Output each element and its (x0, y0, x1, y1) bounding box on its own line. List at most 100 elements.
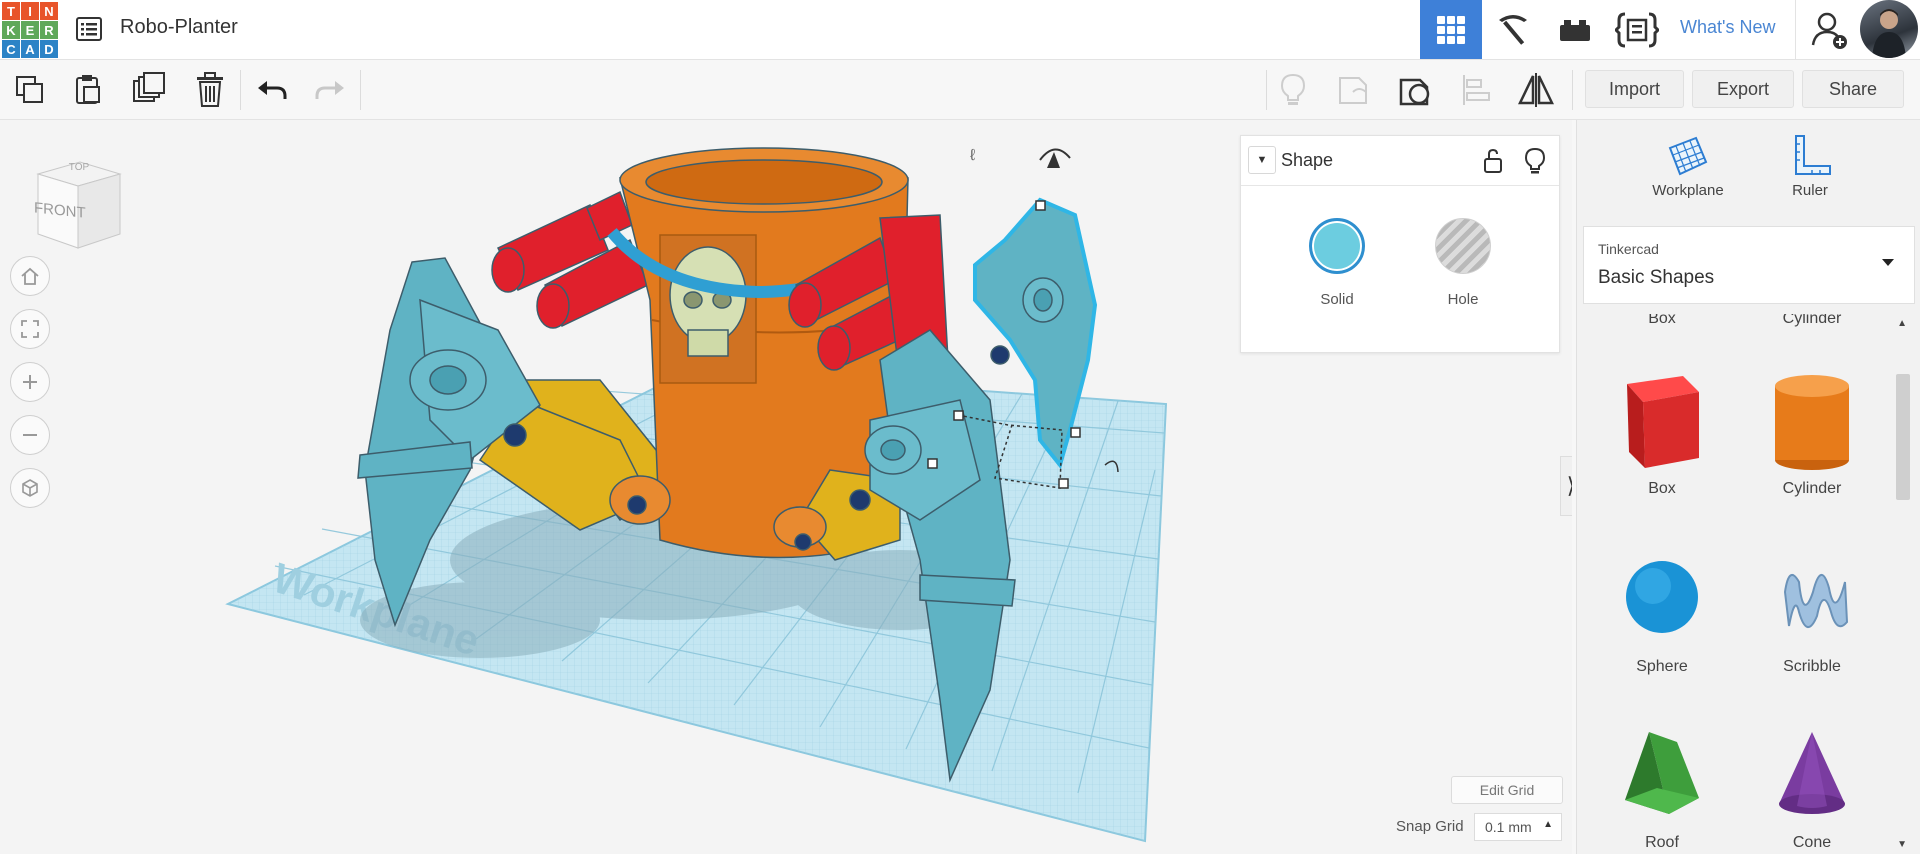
chevron-right-icon: ⟩ (1567, 473, 1572, 499)
top-bar: T I N K E R C A D Robo-Planter What's Ne… (0, 0, 1920, 60)
tinkercad-logo[interactable]: T I N K E R C A D (2, 2, 58, 58)
logo-letter: K (2, 21, 20, 39)
shape-cone[interactable]: Cone (1737, 718, 1887, 854)
scroll-down-icon[interactable]: ▼ (1897, 839, 1907, 850)
toolbar-divider (360, 70, 361, 110)
bricks-mode-button[interactable] (1544, 0, 1606, 59)
toolbar-divider (1266, 70, 1267, 110)
plus-icon (23, 375, 37, 389)
list-icon (76, 17, 102, 41)
lightbulb-icon (1524, 147, 1546, 174)
shape-library-dropdown[interactable]: Tinkercad Basic Shapes (1583, 226, 1915, 304)
show-all-button[interactable] (1395, 70, 1435, 110)
logo-letter: E (21, 21, 39, 39)
fit-view-button[interactable] (10, 309, 50, 349)
shape-grid: Box Cylinder ▲ Box Cylinder Sphere Scrib… (1577, 314, 1920, 854)
codeblocks-button[interactable] (1606, 0, 1668, 59)
show-all-icon (1399, 78, 1430, 106)
copy-button[interactable] (10, 70, 50, 110)
duplicate-icon (133, 72, 165, 102)
redo-icon (315, 81, 344, 99)
logo-letter: C (2, 40, 20, 58)
snap-grid-label: Snap Grid (1396, 818, 1464, 835)
ruler-tool[interactable]: Ruler (1755, 134, 1865, 199)
inspector-collapse-button[interactable]: ▼ (1248, 146, 1276, 174)
shape-label: Cone (1792, 834, 1832, 851)
undo-button[interactable] (252, 70, 292, 110)
roof-shape-icon (1625, 732, 1699, 814)
share-button[interactable]: Share (1802, 70, 1904, 108)
home-view-button[interactable] (10, 256, 50, 296)
scroll-up-icon[interactable]: ▲ (1897, 318, 1907, 329)
logo-letter: D (40, 40, 58, 58)
caret-down-icon (1882, 259, 1894, 266)
show-notes-button[interactable] (1273, 70, 1313, 110)
zoom-out-button[interactable] (10, 415, 50, 455)
height-handle-marker[interactable]: ℓ (970, 147, 975, 164)
paste-button[interactable] (68, 70, 108, 110)
toolbar-divider (1572, 70, 1573, 110)
align-icon (1463, 75, 1490, 105)
workplane-label: Workplane (1652, 182, 1724, 199)
perspective-button[interactable] (10, 468, 50, 508)
shape-roof[interactable]: Roof (1587, 718, 1737, 854)
cube-icon (22, 479, 38, 497)
build-mode-button[interactable] (1482, 0, 1544, 59)
avatar-image (1872, 9, 1906, 58)
import-button[interactable]: Import (1585, 70, 1684, 108)
duplicate-button[interactable] (129, 70, 169, 110)
hide-shape-icon (1339, 77, 1367, 104)
solid-color-swatch[interactable] (1309, 218, 1365, 274)
invite-user-button[interactable] (1800, 0, 1860, 59)
minus-icon (23, 434, 37, 436)
brick-icon (1560, 19, 1590, 41)
light-bulb-button[interactable] (1523, 147, 1547, 180)
home-icon (21, 267, 39, 285)
shape-scribble[interactable]: Scribble (1737, 542, 1887, 712)
hide-button[interactable] (1333, 70, 1373, 110)
shape-label: Cylinder (1782, 314, 1842, 327)
export-button[interactable]: Export (1692, 70, 1794, 108)
logo-letter: A (21, 40, 39, 58)
cylinder-shape-icon (1775, 375, 1849, 470)
shape-sphere[interactable]: Sphere (1587, 542, 1737, 712)
shape-label: Box (1648, 314, 1676, 327)
caret-up-icon: ▲ (1543, 819, 1553, 830)
library-source: Tinkercad (1598, 241, 1659, 257)
box-shape-icon (1627, 376, 1699, 468)
hole-swatch[interactable] (1435, 218, 1491, 274)
redo-button[interactable] (310, 70, 350, 110)
user-avatar[interactable] (1860, 0, 1918, 58)
panel-scrollbar[interactable] (1896, 374, 1910, 500)
design-menu-button[interactable] (74, 14, 104, 44)
view-cube[interactable]: FRONT TOP (24, 152, 134, 252)
edit-grid-button[interactable]: Edit Grid (1451, 776, 1563, 804)
trash-icon (197, 72, 223, 107)
shape-label: Cylinder (1782, 480, 1842, 497)
inspector-header: ▼ Shape (1241, 136, 1559, 186)
divider (1795, 0, 1796, 59)
panel-collapse-toggle[interactable]: ⟩ (1560, 456, 1572, 516)
zoom-in-button[interactable] (10, 362, 50, 402)
lock-button[interactable] (1481, 148, 1505, 179)
grid-view-button[interactable] (1420, 0, 1482, 59)
whats-new-link[interactable]: What's New (1680, 17, 1775, 38)
undo-icon (258, 81, 287, 99)
grid-view-icon (1437, 15, 1465, 44)
workplane-tool[interactable]: Workplane (1633, 134, 1743, 199)
shapes-panel: Workplane Ruler Tinkercad Basic Shapes B… (1576, 120, 1920, 854)
delete-button[interactable] (190, 70, 230, 110)
shape-box[interactable]: Box (1587, 364, 1737, 534)
shape-cylinder[interactable]: Cylinder (1737, 364, 1887, 534)
align-button[interactable] (1456, 70, 1496, 110)
workplane-icon (1668, 136, 1708, 176)
shape-label: Sphere (1636, 658, 1688, 675)
design-title[interactable]: Robo-Planter (120, 16, 238, 39)
copy-icon (16, 76, 43, 103)
unlock-icon (1484, 148, 1502, 173)
logo-letter: N (40, 2, 58, 20)
sphere-shape-icon (1626, 561, 1698, 633)
mirror-button[interactable] (1516, 70, 1556, 110)
snap-grid-select[interactable]: 0.1 mm ▲ (1474, 813, 1562, 841)
paste-icon (76, 75, 100, 104)
